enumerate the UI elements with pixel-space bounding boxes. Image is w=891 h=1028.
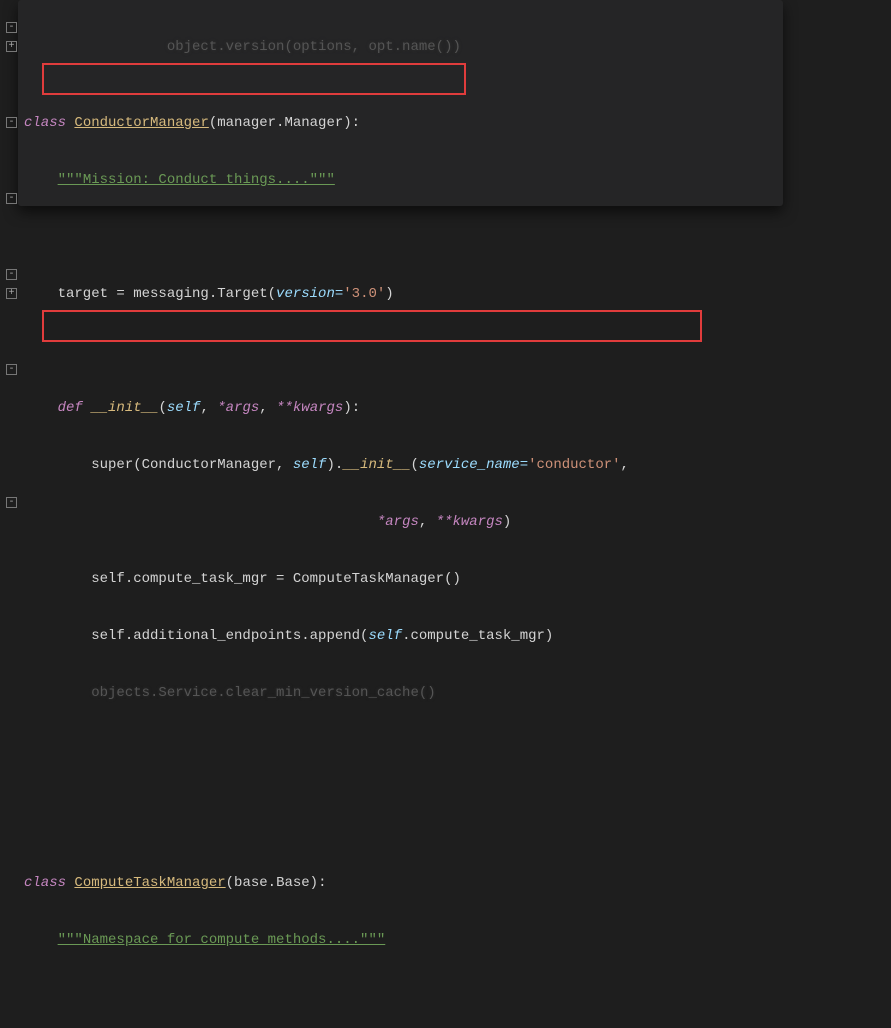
open-paren: ( [158,400,166,416]
fold-minus-icon[interactable]: - [6,269,17,280]
code-line[interactable]: target = messaging.Target(version='3.0') [24,285,891,304]
fold-plus-icon[interactable]: + [6,288,17,299]
fold-minus-icon[interactable]: - [6,497,17,508]
code-line[interactable]: object.version(options, opt.name()) [24,38,891,57]
close: ): [343,400,360,416]
base-clause: (manager.Manager): [209,115,360,131]
stmt-pre: self.additional_endpoints.append( [24,628,368,644]
code-line[interactable]: self.compute_task_mgr = ComputeTaskManag… [24,570,891,589]
fold-minus-icon[interactable]: - [6,193,17,204]
code-area[interactable]: object.version(options, opt.name()) clas… [24,0,891,514]
fold-plus-icon[interactable]: + [6,41,17,52]
open-paren: ( [410,457,418,473]
super-call: super(ConductorManager, [24,457,293,473]
class-name: ComputeTaskManager [74,875,225,891]
code-line[interactable]: self.additional_endpoints.append(self.co… [24,627,891,646]
code-line[interactable]: class ComputeTaskManager(base.Base): [24,874,891,893]
init-fn: __init__ [91,400,158,416]
code-line[interactable]: def __init__(self, *args, **kwargs): [24,399,891,418]
fold-minus-icon[interactable]: - [6,22,17,33]
string-literal: 'conductor' [528,457,620,473]
sep: , [200,400,217,416]
docstring-line[interactable]: """Namespace for compute methods....""" [24,931,891,950]
keyword-class: class [24,875,74,891]
stmt-post: .compute_task_mgr) [402,628,553,644]
star-kwargs: **kwargs [276,400,343,416]
kwarg: service_name= [419,457,528,473]
blank-line[interactable] [24,228,891,247]
star-args: *args [377,514,419,530]
init-ref: __init__ [343,457,410,473]
docstring: """Namespace for compute methods....""" [58,932,386,948]
keyword-def: def [24,400,91,416]
fold-minus-icon[interactable]: - [6,117,17,128]
self-ref: self [293,457,327,473]
comma: , [621,457,629,473]
class-name: ConductorManager [74,115,208,131]
string-literal: '3.0' [343,286,385,302]
self-param: self [167,400,201,416]
docstring: """Mission: Conduct things....""" [58,172,335,188]
self-ref: self [368,628,402,644]
code-editor[interactable]: - + - - - + - - object.version(options, … [0,0,891,514]
sep: , [259,400,276,416]
dot: ). [326,457,343,473]
docstring-line[interactable]: """Mission: Conduct things....""" [24,171,891,190]
star-kwargs: **kwargs [436,514,503,530]
close-paren: ) [503,514,511,530]
continuation-indent [24,514,377,530]
blank-line[interactable] [24,342,891,361]
star-args: *args [217,400,259,416]
code-line[interactable]: super(ConductorManager, self).__init__(s… [24,456,891,475]
kwarg: version= [276,286,343,302]
code-line[interactable]: objects.Service.clear_min_version_cache(… [24,684,891,703]
blank-line[interactable] [24,798,891,817]
stmt: self.compute_task_mgr = ComputeTaskManag… [24,571,461,587]
fold-gutter: - + - - - + - - [0,0,24,514]
blank-line[interactable] [24,741,891,760]
code-line[interactable]: class ConductorManager(manager.Manager): [24,114,891,133]
target-assign: target = messaging.Target( [24,286,276,302]
blank-line[interactable] [24,988,891,1007]
sep: , [419,514,436,530]
code-line[interactable]: *args, **kwargs) [24,513,891,532]
base-clause: (base.Base): [226,875,327,891]
fold-minus-icon[interactable]: - [6,364,17,375]
close-paren: ) [385,286,393,302]
keyword-class: class [24,115,74,131]
